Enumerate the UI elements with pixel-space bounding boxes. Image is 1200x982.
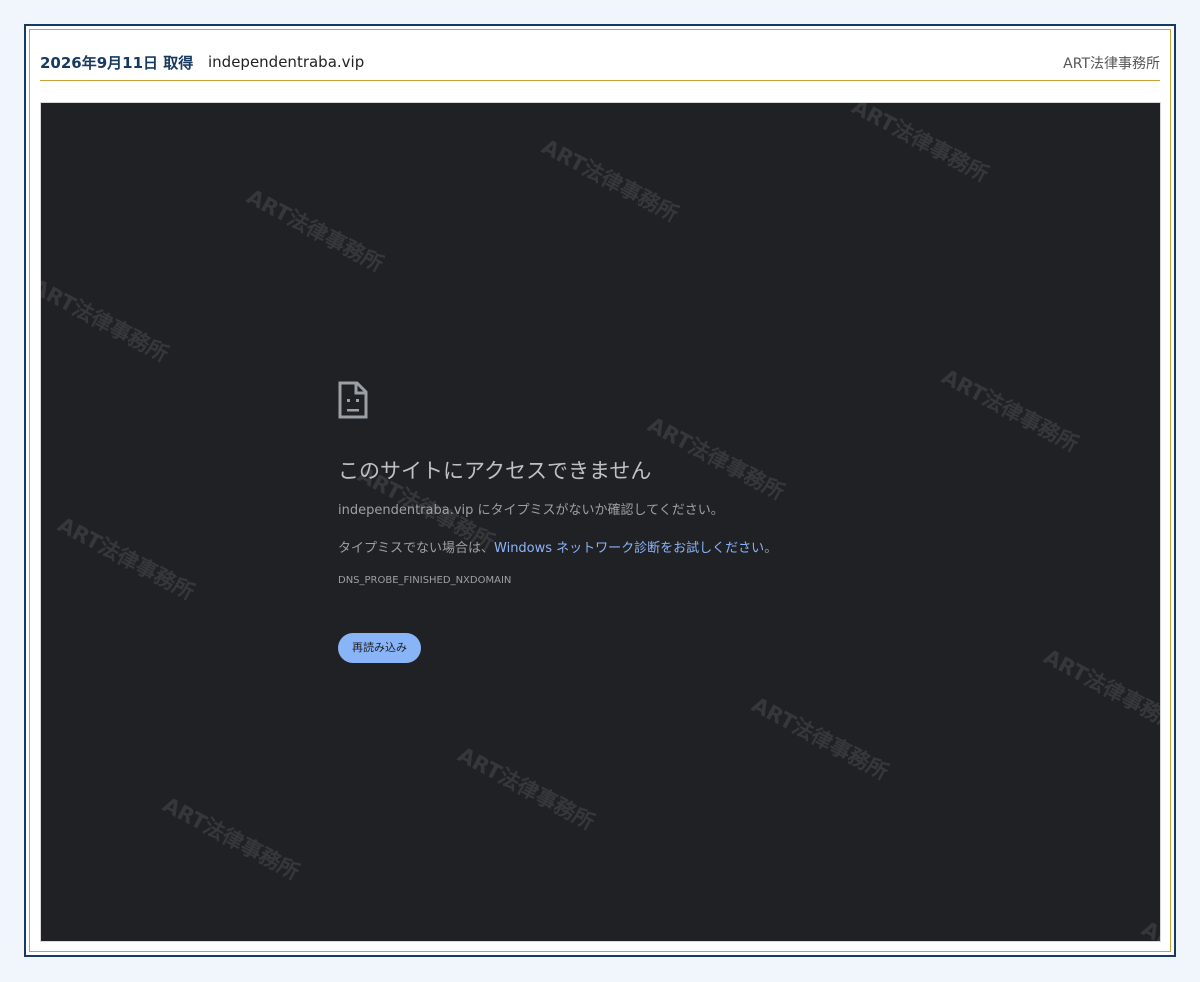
evidence-inner-frame: 2026年9月11日 取得 independentraba.vip ART法律事…	[29, 29, 1171, 952]
reload-button[interactable]: 再読み込み	[338, 633, 421, 663]
not-typo-suffix: 。	[764, 541, 778, 556]
error-title: このサイトにアクセスできません	[338, 459, 652, 483]
watermark: ART法律事務所	[453, 742, 599, 835]
watermark: ART法律事務所	[53, 512, 199, 605]
error-domain: independentraba.vip	[338, 503, 474, 518]
watermark: ART法律事務所	[537, 134, 683, 227]
watermark: ART法律事務所	[158, 792, 304, 885]
watermark: ART法律事務所	[1137, 913, 1160, 941]
watermark: ART法律事務所	[40, 274, 173, 367]
error-content: このサイトにアクセスできません independentraba.vip にタイプ…	[338, 381, 958, 663]
watermark: ART法律事務所	[937, 364, 1083, 457]
watermark: ART法律事務所	[242, 184, 388, 277]
watermark: ART法律事務所	[747, 692, 893, 785]
capture-header: 2026年9月11日 取得 independentraba.vip ART法律事…	[40, 50, 1160, 81]
captured-screenshot: ART法律事務所 ART法律事務所 ART法律事務所 ART法律事務所 ART法…	[40, 102, 1161, 942]
sad-file-icon	[338, 381, 368, 419]
watermark: ART法律事務所	[847, 102, 993, 187]
network-diagnostics-link[interactable]: Windows ネットワーク診断をお試しください	[494, 541, 764, 556]
diagnostic-message: タイプミスでない場合は、Windows ネットワーク診断をお試しください。	[338, 537, 958, 556]
captured-domain: independentraba.vip	[208, 53, 365, 71]
firm-name: ART法律事務所	[1063, 56, 1160, 72]
watermark: ART法律事務所	[1039, 644, 1161, 737]
typo-message: independentraba.vip にタイプミスがないか確認してください。	[338, 499, 958, 518]
typo-message-text: にタイプミスがないか確認してください。	[473, 503, 724, 518]
error-code: DNS_PROBE_FINISHED_NXDOMAIN	[338, 575, 512, 586]
evidence-frame: 2026年9月11日 取得 independentraba.vip ART法律事…	[24, 24, 1176, 957]
not-typo-prefix: タイプミスでない場合は、	[338, 541, 495, 556]
capture-date: 2026年9月11日 取得	[40, 54, 194, 72]
